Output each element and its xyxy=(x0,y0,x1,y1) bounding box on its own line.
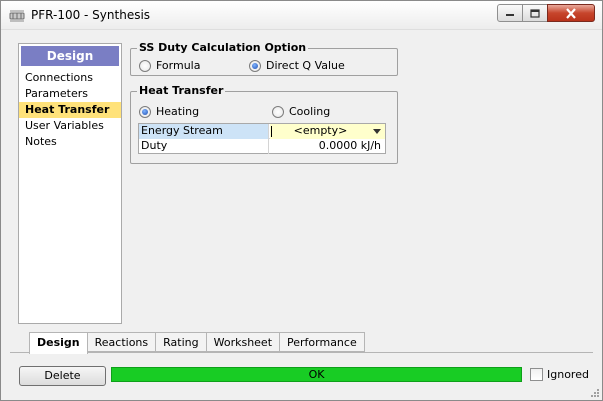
cooling-label: Cooling xyxy=(289,105,331,118)
ignored-checkbox[interactable]: Ignored xyxy=(530,368,589,381)
minimize-icon xyxy=(506,14,514,16)
radio-indicator-selected xyxy=(139,105,151,118)
window: PFR-100 - Synthesis Design Connections P… xyxy=(0,0,603,401)
duty-input[interactable]: 0.0000 kJ/h xyxy=(270,139,385,154)
tab-reactions[interactable]: Reactions xyxy=(87,332,157,352)
radio-indicator xyxy=(272,105,284,118)
nav-item-parameters[interactable]: Parameters xyxy=(19,86,121,102)
tab-rating[interactable]: Rating xyxy=(156,332,207,352)
energy-stream-label: Energy Stream xyxy=(139,124,269,139)
resize-grip-icon[interactable] xyxy=(590,388,600,398)
close-icon xyxy=(566,7,576,19)
maximize-icon xyxy=(530,8,540,18)
radio-indicator-selected xyxy=(249,59,261,72)
text-cursor xyxy=(271,126,272,137)
tab-design[interactable]: Design xyxy=(29,332,88,354)
tab-worksheet[interactable]: Worksheet xyxy=(206,332,281,352)
formula-radio[interactable]: Formula xyxy=(139,59,200,72)
minimize-button[interactable] xyxy=(497,4,523,22)
heat-transfer-title: Heat Transfer xyxy=(137,84,226,97)
nav-item-heat-transfer[interactable]: Heat Transfer xyxy=(19,102,121,118)
heat-transfer-grid: Energy Stream <empty> Duty 0.0000 kJ/h xyxy=(138,123,386,154)
checkbox-box xyxy=(530,368,543,381)
tab-bar: Design Reactions Rating Worksheet Perfor… xyxy=(29,332,365,354)
formula-label: Formula xyxy=(156,59,201,72)
direct-q-radio[interactable]: Direct Q Value xyxy=(249,59,345,72)
nav-header: Design xyxy=(21,46,119,66)
maximize-button[interactable] xyxy=(522,4,548,22)
energy-stream-select[interactable]: <empty> xyxy=(270,124,385,139)
energy-stream-value: <empty> xyxy=(293,124,348,137)
window-title: PFR-100 - Synthesis xyxy=(31,8,151,22)
title-bar: PFR-100 - Synthesis xyxy=(1,1,602,30)
heating-label: Heating xyxy=(156,105,200,118)
design-nav-panel: Design Connections Parameters Heat Trans… xyxy=(18,43,122,324)
reactor-icon xyxy=(9,10,25,22)
tab-performance[interactable]: Performance xyxy=(280,332,365,352)
close-button[interactable] xyxy=(547,4,595,22)
nav-item-notes[interactable]: Notes xyxy=(19,134,121,150)
heating-radio[interactable]: Heating xyxy=(139,105,199,118)
nav-item-connections[interactable]: Connections xyxy=(19,70,121,86)
ignored-label: Ignored xyxy=(547,368,589,381)
direct-q-label: Direct Q Value xyxy=(266,59,345,72)
chevron-down-icon[interactable] xyxy=(369,124,385,138)
duty-label: Duty xyxy=(139,139,269,154)
table-row: Duty 0.0000 kJ/h xyxy=(139,139,385,154)
table-row: Energy Stream <empty> xyxy=(139,124,385,139)
nav-item-user-variables[interactable]: User Variables xyxy=(19,118,121,134)
duty-option-title: SS Duty Calculation Option xyxy=(137,41,309,54)
delete-button[interactable]: Delete xyxy=(19,366,106,386)
radio-indicator xyxy=(139,59,151,72)
cooling-radio[interactable]: Cooling xyxy=(272,105,330,118)
status-bar: OK xyxy=(111,367,522,382)
